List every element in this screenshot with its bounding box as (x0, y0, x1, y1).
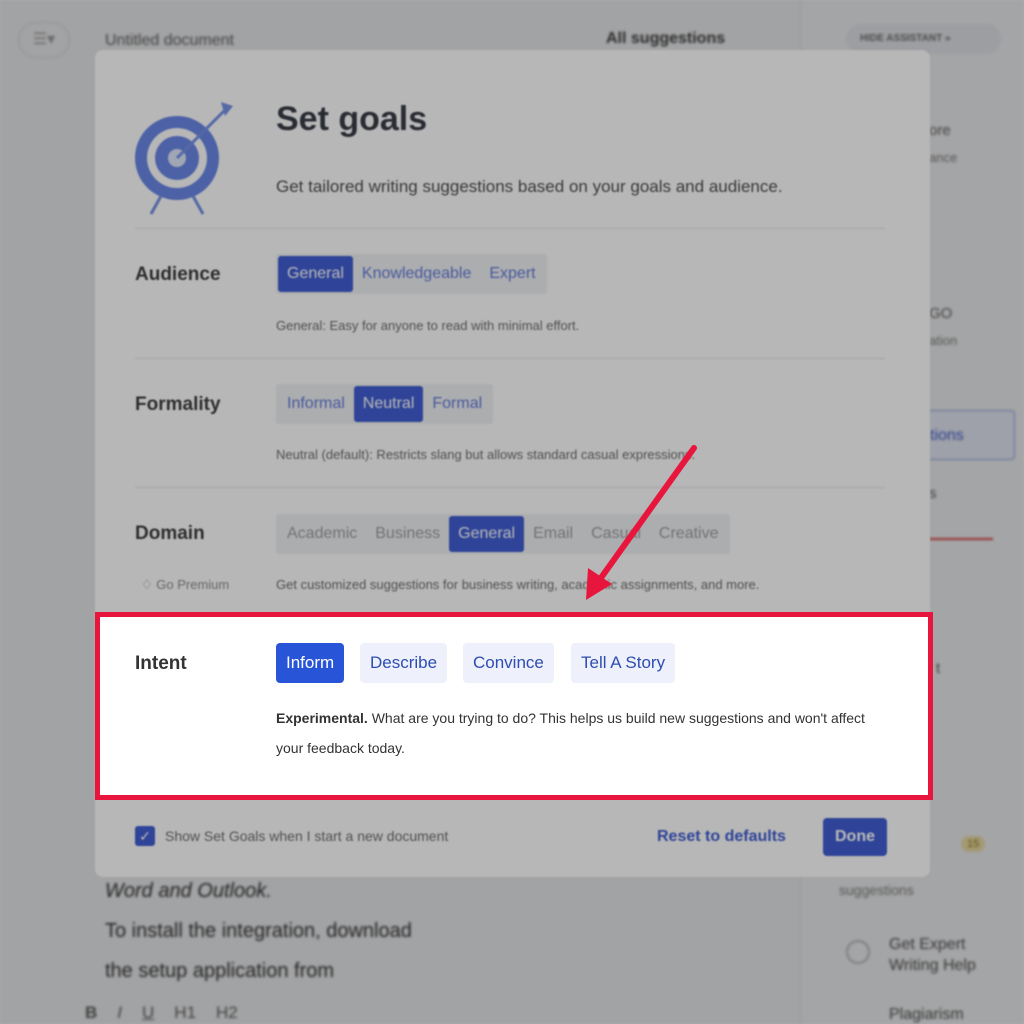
domain-label: Domain (135, 523, 205, 544)
sidebar-s: s (929, 485, 937, 502)
formality-selector: Informal Neutral Formal (276, 384, 494, 424)
doc-line: To install the integration, download (105, 920, 412, 942)
plagiarism-link[interactable]: Plagiarism (889, 1006, 964, 1024)
intent-describe[interactable]: Describe (360, 643, 448, 683)
formality-informal[interactable]: Informal (278, 386, 354, 422)
intent-section-highlight: Intent Inform Describe Convince Tell A S… (95, 612, 933, 800)
domain-business[interactable]: Business (366, 516, 449, 552)
audience-hint-text: Easy for anyone to read with minimal eff… (325, 318, 580, 333)
divider (135, 358, 885, 359)
domain-creative[interactable]: Creative (650, 516, 728, 552)
intent-hint-bold: Experimental. (276, 710, 368, 726)
sidebar-item-sub: ance (929, 150, 958, 165)
domain-general[interactable]: General (449, 516, 525, 552)
show-set-goals-checkbox[interactable]: ✓ Show Set Goals when I start a new docu… (135, 826, 448, 846)
domain-academic[interactable]: Academic (278, 516, 366, 552)
domain-selector: Academic Business General Email Casual C… (276, 514, 730, 554)
h2-button[interactable]: H2 (216, 1003, 238, 1023)
modal-title: Set goals (276, 100, 428, 138)
expert-icon (846, 940, 870, 964)
intent-convince[interactable]: Convince (463, 643, 554, 683)
doc-line: the setup application from (105, 960, 335, 982)
target-icon (135, 102, 233, 215)
menu-button[interactable]: ☰▾ (18, 22, 70, 58)
divider (135, 487, 885, 488)
count-badge: 15 (961, 836, 986, 852)
underline-button[interactable]: U (142, 1003, 154, 1023)
go-premium-label: Go Premium (156, 577, 230, 592)
reset-defaults-link[interactable]: Reset to defaults (657, 828, 786, 846)
domain-email[interactable]: Email (524, 516, 582, 552)
checkbox-checked-icon[interactable]: ✓ (135, 826, 155, 846)
audience-knowledgeable[interactable]: Knowledgeable (353, 256, 480, 292)
intent-tell-a-story[interactable]: Tell A Story (571, 643, 676, 683)
domain-casual[interactable]: Casual (582, 516, 650, 552)
go-premium-link[interactable]: ♢ Go Premium (141, 577, 229, 593)
bold-button[interactable]: B (85, 1003, 97, 1023)
all-suggestions[interactable]: All suggestions (606, 30, 725, 48)
intent-hint: Experimental. What are you trying to do?… (276, 703, 876, 763)
suggestions-label: tions (930, 427, 964, 444)
sidebar-go: GO (929, 305, 953, 322)
audience-selector: General Knowledgeable Expert (276, 254, 547, 294)
domain-hint: Get customized suggestions for business … (276, 577, 760, 592)
sidebar-go-sub: ation (929, 333, 958, 348)
h1-button[interactable]: H1 (174, 1003, 196, 1023)
audience-expert[interactable]: Expert (480, 256, 544, 292)
done-button[interactable]: Done (823, 818, 887, 856)
intent-inform[interactable]: Inform (276, 643, 345, 683)
audience-label: Audience (135, 264, 221, 285)
divider (135, 228, 885, 229)
expert-link-2[interactable]: Writing Help (889, 957, 976, 975)
doc-title[interactable]: Untitled document (105, 32, 234, 50)
formality-label: Formality (135, 394, 221, 415)
formality-neutral[interactable]: Neutral (353, 386, 424, 422)
audience-general[interactable]: General (278, 256, 353, 292)
formality-formal[interactable]: Formal (423, 386, 491, 422)
audience-hint-bold: General: (276, 318, 326, 333)
hide-assistant-label: HIDE ASSISTANT (860, 33, 943, 44)
diamond-icon: ♢ (141, 577, 157, 592)
intent-label: Intent (135, 653, 187, 674)
sidebar-suggestions-text: suggestions (839, 882, 914, 898)
sidebar-item-text: ore (929, 122, 951, 139)
italic-button[interactable]: I (117, 1003, 122, 1023)
checkbox-label: Show Set Goals when I start a new docume… (165, 828, 449, 844)
red-underline (929, 538, 993, 540)
expert-link[interactable]: Get Expert (889, 936, 965, 954)
audience-hint: General: Easy for anyone to read with mi… (276, 318, 579, 333)
doc-line: Word and Outlook. (105, 880, 272, 902)
formality-hint: Neutral (default): Restricts slang but a… (276, 447, 696, 462)
formatting-toolbar: B I U H1 H2 (85, 1003, 238, 1023)
modal-subtitle: Get tailored writing suggestions based o… (276, 177, 783, 196)
sidebar-t: t (936, 660, 941, 677)
